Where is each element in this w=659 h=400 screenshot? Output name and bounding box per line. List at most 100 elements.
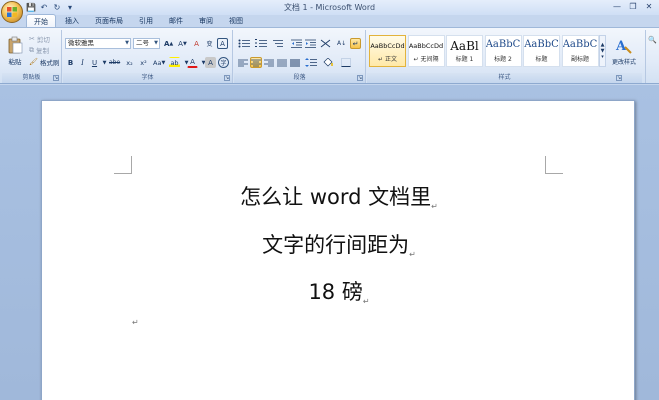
multilevel-list-button[interactable] (271, 38, 285, 49)
tab-3[interactable]: 引用 (132, 14, 160, 28)
style-item[interactable]: AaBl 标题 1 (446, 35, 483, 67)
subscript-icon: x₂ (126, 58, 133, 67)
document-line[interactable]: 文字的行间距为↵ (42, 229, 636, 259)
subscript-button[interactable]: x₂ (124, 57, 135, 68)
tab-1[interactable]: 插入 (58, 14, 86, 28)
highlight-icon: ab (170, 58, 179, 67)
document-page[interactable]: 怎么让 word 文档里↵ 文字的行间距为↵ 18 磅↵ ↵ (41, 100, 635, 400)
character-border-button[interactable]: A (217, 38, 228, 49)
bold-icon: B (67, 58, 74, 67)
font-group: 微软雅黑 ▼ 二号 ▼ A ▲ A ▼ A 变 A B I U ▼ abe x₂… (63, 30, 233, 83)
paragraph-mark: ↵ (362, 297, 370, 306)
style-sample: AaBbCcDd (408, 42, 444, 50)
styles-dialog-launcher[interactable]: ↘ (616, 75, 622, 81)
document-line[interactable]: 怎么让 word 文档里↵ (42, 181, 636, 211)
bullet-list-icon (238, 39, 250, 48)
clear-format-button[interactable]: A (191, 38, 202, 49)
font-size-value: 二号 (136, 39, 149, 47)
align-center-button[interactable] (250, 57, 262, 68)
increase-indent-button[interactable] (304, 38, 317, 49)
document-line[interactable]: 18 磅↵ (42, 276, 636, 306)
phonetic-guide-button[interactable]: 变 (204, 38, 215, 49)
customize-qat-icon[interactable]: ▾ (65, 3, 75, 13)
format-painter-label: 格式刷 (39, 59, 60, 67)
change-styles-button[interactable]: A 更改样式 (609, 32, 639, 70)
style-sample: AaBl (450, 39, 479, 53)
superscript-button[interactable]: x² (138, 57, 149, 68)
shading-button[interactable] (322, 57, 334, 68)
redo-icon[interactable]: ↻ (52, 3, 62, 13)
font-size-combo[interactable]: 二号 ▼ (133, 38, 160, 49)
chevron-down-icon[interactable]: ▼ (154, 39, 158, 48)
minimize-button[interactable]: — (609, 0, 625, 13)
document-workspace: 怎么让 word 文档里↵ 文字的行间距为↵ 18 磅↵ ↵ (0, 85, 659, 400)
tab-5[interactable]: 审阅 (192, 14, 220, 28)
style-sample: AaBbCcDd (370, 42, 405, 50)
strikethrough-button[interactable]: abe (108, 57, 121, 68)
font-color-button[interactable]: A (187, 57, 198, 68)
change-case-button[interactable]: Aa ▼ (152, 57, 166, 68)
highlight-button[interactable]: ab (169, 57, 180, 68)
bold-button[interactable]: B (65, 57, 76, 68)
copy-label: 复制 (36, 47, 49, 55)
align-left-button[interactable] (237, 57, 249, 68)
tab-2[interactable]: 页面布局 (88, 14, 130, 28)
chinese-layout-button[interactable] (319, 38, 332, 49)
distributed-button[interactable] (289, 57, 301, 68)
italic-icon: I (81, 58, 84, 67)
find-icon[interactable]: 🔍 (648, 36, 657, 44)
style-sample: AaBbC (562, 39, 598, 50)
tab-0[interactable]: 开始 (26, 14, 56, 28)
paragraph-mark: ↵ (409, 250, 416, 259)
more-styles-icon[interactable]: ▾ (601, 54, 604, 60)
style-item[interactable]: AaBbC 标题 2 (484, 35, 522, 67)
superscript-icon: x² (140, 58, 147, 67)
tab-4[interactable]: 邮件 (162, 14, 190, 28)
font-dialog-launcher[interactable]: ↘ (224, 75, 230, 81)
bullets-button[interactable] (237, 38, 251, 49)
shrink-font-button[interactable]: A ▼ (177, 38, 188, 49)
save-icon[interactable]: 💾 (26, 3, 36, 13)
character-shading-button[interactable]: A (205, 57, 216, 68)
grow-font-button[interactable]: A ▲ (163, 38, 174, 49)
maximize-button[interactable]: ❐ (625, 0, 641, 13)
enclose-characters-button[interactable]: 字 (218, 57, 229, 68)
scissors-icon: ✂ (29, 35, 35, 43)
paste-button[interactable]: 粘贴 (4, 32, 26, 70)
font-name-combo[interactable]: 微软雅黑 ▼ (65, 38, 131, 49)
italic-button[interactable]: I (77, 57, 88, 68)
show-hide-marks-button[interactable]: ↵ (350, 38, 361, 49)
decrease-indent-button[interactable] (290, 38, 303, 49)
chevron-down-icon[interactable]: ▼ (125, 39, 129, 48)
line-spacing-button[interactable] (304, 57, 318, 68)
borders-button[interactable] (340, 57, 352, 68)
cut-button[interactable]: ✂ 剪切 (29, 34, 50, 44)
justify-button[interactable] (276, 57, 288, 68)
font-name-value: 微软雅黑 (68, 39, 94, 47)
clipboard-dialog-launcher[interactable]: ↘ (53, 75, 59, 81)
paragraph-mark-icon: ↵ (352, 39, 359, 48)
style-item[interactable]: AaBbCcDd ↵ 无间隔 (407, 35, 445, 67)
numbering-button[interactable] (254, 38, 268, 49)
align-right-button[interactable] (263, 57, 275, 68)
paste-icon (8, 36, 23, 54)
line-text: 文字的行间距为 (262, 233, 410, 257)
style-sample: AaBbC (524, 39, 559, 50)
title-bar: 文档 1 - Microsoft Word 💾 ↶ ↻ ▾ — ❐ ✕ (0, 0, 659, 15)
office-button[interactable] (1, 1, 23, 23)
style-item[interactable]: AaBbCcDd ↵ 正文 (369, 35, 406, 67)
tab-6[interactable]: 视图 (222, 14, 250, 28)
copy-button[interactable]: ⧉ 复制 (29, 45, 49, 56)
style-item[interactable]: AaBbC 标题 (523, 35, 560, 67)
borders-icon (341, 58, 351, 67)
format-painter-button[interactable]: 🖌 格式刷 (29, 57, 59, 67)
style-item[interactable]: AaBbC 副标题 (561, 35, 599, 67)
underline-icon: U (91, 58, 98, 67)
style-name: 标题 (535, 56, 548, 63)
gallery-scroll[interactable]: ▲ ▼ ▾ (599, 35, 606, 67)
sort-button[interactable]: A↓ (336, 38, 347, 49)
svg-text:A: A (615, 39, 627, 54)
close-button[interactable]: ✕ (641, 0, 657, 13)
paragraph-dialog-launcher[interactable]: ↘ (357, 75, 363, 81)
undo-icon[interactable]: ↶ (39, 3, 49, 13)
